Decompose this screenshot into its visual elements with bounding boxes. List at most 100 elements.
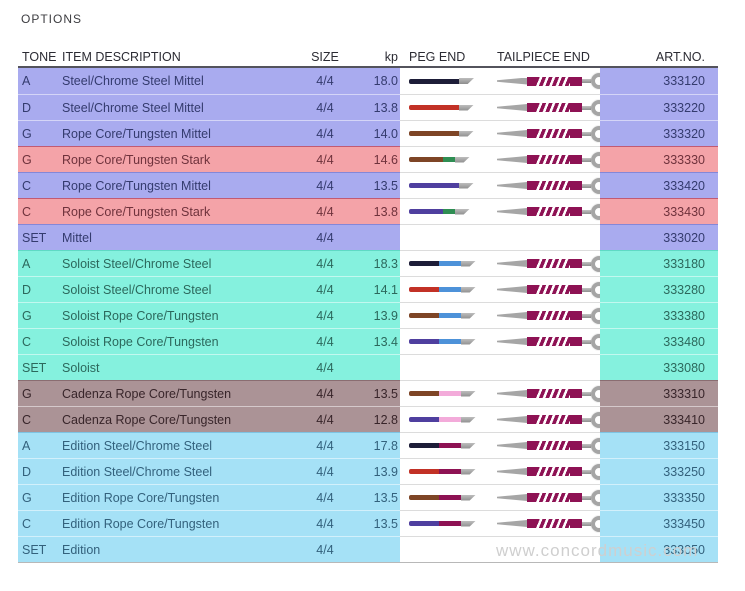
table-header-row: TONE ITEM DESCRIPTION SIZE kp PEG END TA…	[18, 49, 718, 68]
winding-block	[570, 103, 582, 112]
winding-block	[527, 519, 536, 528]
kp-cell: 13.5	[345, 510, 400, 536]
peg-end-cell	[400, 510, 488, 536]
kp-cell: 14.6	[345, 146, 400, 172]
peg-color-segment-red	[409, 287, 439, 292]
peg-color-segment-magenta	[439, 469, 461, 474]
peg-end-illustration	[409, 468, 476, 475]
header-kp: kp	[345, 49, 400, 65]
tailpiece-end-illustration	[497, 411, 607, 429]
peg-end-illustration	[409, 416, 476, 423]
art-no-cell: 333320	[600, 120, 718, 146]
wire	[582, 522, 591, 526]
winding-stripes	[536, 441, 570, 450]
string-taper	[497, 416, 527, 423]
item-description-cell: Cadenza Rope Core/Tungsten	[62, 406, 305, 432]
size-cell: 4/4	[305, 224, 345, 250]
tailpiece-end-illustration	[497, 515, 607, 533]
art-no-cell: 333020	[600, 224, 718, 250]
winding-block	[570, 311, 582, 320]
kp-cell: 13.9	[345, 458, 400, 484]
size-cell: 4/4	[305, 510, 345, 536]
table-row: A Steel/Chrome Steel Mittel 4/4 18.0 333…	[18, 68, 718, 94]
winding-block	[570, 415, 582, 424]
table-row: G Edition Rope Core/Tungsten 4/4 13.5 33…	[18, 484, 718, 510]
peg-color-segment-pink	[439, 391, 461, 396]
kp-cell: 13.5	[345, 380, 400, 406]
size-cell: 4/4	[305, 172, 345, 198]
art-no-cell: 333410	[600, 406, 718, 432]
tailpiece-end-illustration	[497, 255, 607, 273]
string-taper	[497, 390, 527, 397]
peg-end-cell	[400, 198, 488, 224]
tone-cell: G	[18, 120, 62, 146]
peg-end-cell	[400, 146, 488, 172]
tailpiece-end-cell	[488, 406, 600, 432]
item-description-cell: Soloist Steel/Chrome Steel	[62, 276, 305, 302]
tone-cell: G	[18, 146, 62, 172]
table-row: G Rope Core/Tungsten Mittel 4/4 14.0 333…	[18, 120, 718, 146]
art-no-cell: 333450	[600, 510, 718, 536]
wire	[582, 184, 591, 188]
winding-block	[527, 207, 536, 216]
item-description-cell: Soloist	[62, 354, 305, 380]
peg-tip	[461, 339, 476, 345]
art-no-cell: 333380	[600, 302, 718, 328]
header-peg-end: PEG END	[400, 49, 488, 65]
string-taper	[497, 130, 527, 137]
item-description-cell: Cadenza Rope Core/Tungsten	[62, 380, 305, 406]
peg-end-illustration	[409, 182, 474, 189]
tailpiece-end-cell	[488, 172, 600, 198]
tailpiece-end-cell	[488, 302, 600, 328]
peg-color-segment-violet	[409, 339, 439, 344]
winding-block	[527, 155, 536, 164]
peg-color-segment-blue	[439, 287, 461, 292]
header-art-no: ART.NO.	[600, 49, 718, 65]
winding-block	[570, 155, 582, 164]
peg-tip	[461, 495, 476, 501]
tailpiece-end-cell	[488, 510, 600, 536]
item-description-cell: Steel/Chrome Steel Mittel	[62, 94, 305, 120]
winding-stripes	[536, 207, 570, 216]
tone-cell: G	[18, 484, 62, 510]
kp-cell	[345, 354, 400, 380]
tailpiece-end-cell	[488, 198, 600, 224]
wire	[582, 210, 591, 214]
art-no-cell: 333310	[600, 380, 718, 406]
wire	[582, 158, 591, 162]
winding-stripes	[536, 467, 570, 476]
peg-tip	[461, 443, 476, 449]
winding-block	[570, 181, 582, 190]
winding-block	[570, 207, 582, 216]
peg-end-illustration	[409, 390, 476, 397]
table-row: C Rope Core/Tungsten Stark 4/4 13.8 3334…	[18, 198, 718, 224]
kp-cell: 14.1	[345, 276, 400, 302]
tailpiece-end-illustration	[497, 489, 607, 507]
winding-block	[570, 77, 582, 86]
table-row: C Cadenza Rope Core/Tungsten 4/4 12.8 33…	[18, 406, 718, 432]
peg-color-segment-navy	[409, 261, 439, 266]
winding-stripes	[536, 337, 570, 346]
winding-stripes	[536, 285, 570, 294]
item-description-cell: Edition	[62, 536, 305, 562]
wire	[582, 340, 591, 344]
peg-color-segment-magenta	[439, 443, 461, 448]
peg-end-illustration	[409, 208, 470, 215]
peg-end-illustration	[409, 494, 476, 501]
winding-block	[570, 441, 582, 450]
tone-cell: C	[18, 510, 62, 536]
peg-color-segment-green	[443, 157, 455, 162]
kp-cell: 13.8	[345, 198, 400, 224]
size-cell: 4/4	[305, 276, 345, 302]
wire	[582, 262, 591, 266]
kp-cell: 18.0	[345, 68, 400, 94]
winding-stripes	[536, 77, 570, 86]
peg-end-cell	[400, 380, 488, 406]
kp-cell: 17.8	[345, 432, 400, 458]
peg-tip	[461, 391, 476, 397]
tone-cell: A	[18, 432, 62, 458]
tailpiece-end-cell	[488, 146, 600, 172]
kp-cell: 13.5	[345, 484, 400, 510]
table-row: D Soloist Steel/Chrome Steel 4/4 14.1 33…	[18, 276, 718, 302]
winding-block	[527, 285, 536, 294]
